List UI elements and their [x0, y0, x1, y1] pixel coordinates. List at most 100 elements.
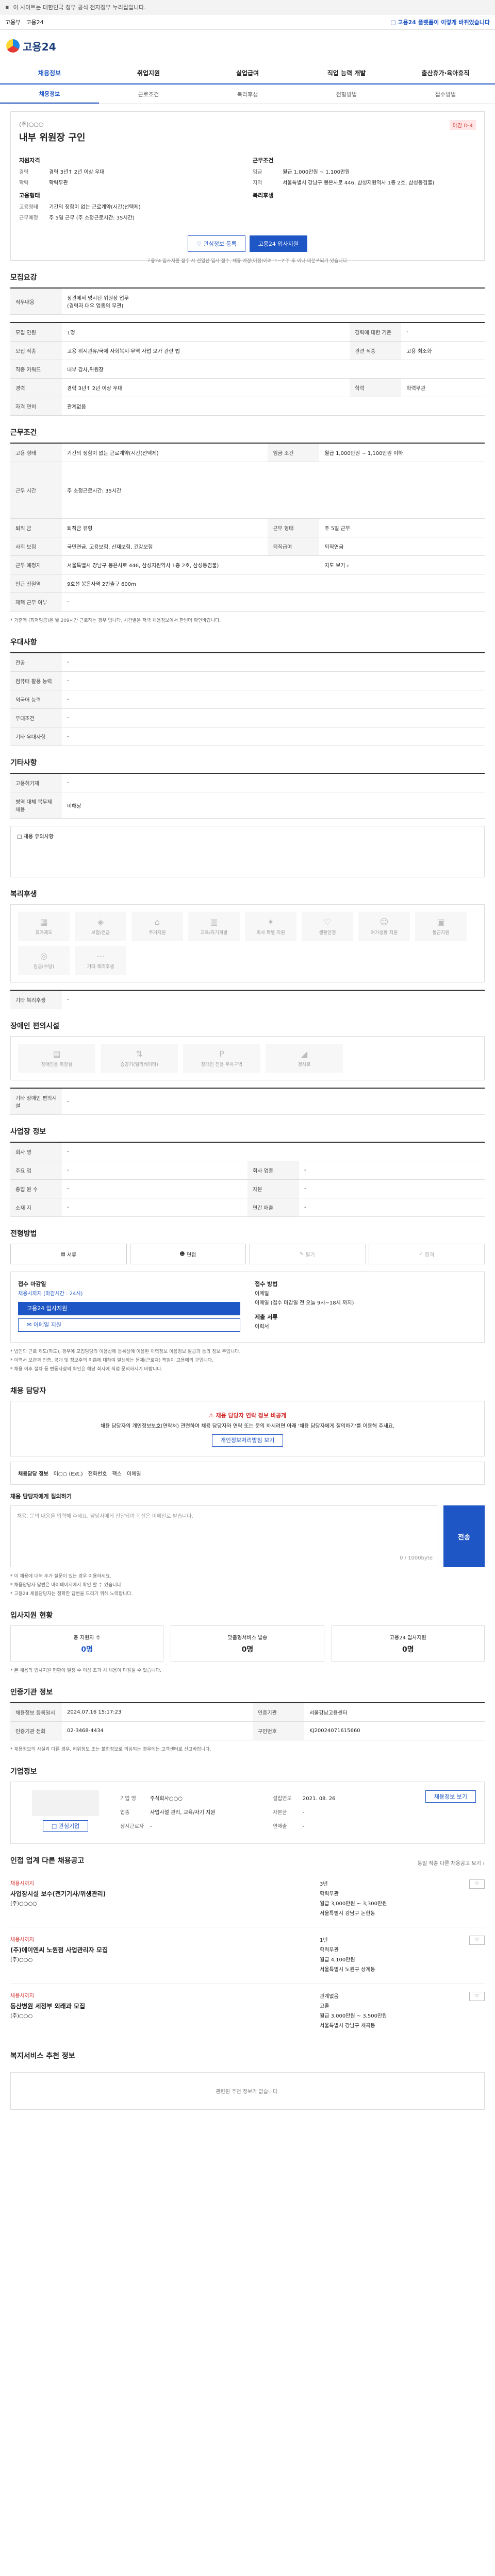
alert-body: 채용 담당자의 개인정보보호(연락처) 관련하여 채용 담당자와 연락 또는 문…	[100, 1423, 395, 1430]
insurance-icon: ◈	[97, 917, 104, 927]
row-key: 재택 근무 여부	[10, 592, 62, 612]
table-row: 기타 우대사항 -	[10, 727, 485, 747]
list-item[interactable]: 채용시까지 (주)에이엔씨 노원점 사업관리자 모집 (주)○○○ 1년 학력무관 월급…	[10, 1926, 485, 1983]
gnb-item-training[interactable]: 직업 능력 개발	[297, 62, 396, 83]
service-link-2[interactable]: 고용24	[26, 18, 43, 26]
kv-key: 지역	[253, 180, 262, 186]
rec-exp: 3년	[320, 1881, 328, 1887]
row-value: 주 소정근로시간: 35시간	[62, 462, 485, 519]
row-key: 자본	[248, 1179, 299, 1199]
rec-title[interactable]: 동산병원 세정부 외래과 모집	[10, 2001, 320, 2012]
kv-value: -	[302, 1823, 305, 1829]
tab-recruit[interactable]: 채용정보	[0, 84, 99, 104]
row-key: 기타 장애인 편의시설	[10, 1088, 62, 1115]
platform-change-link[interactable]: □ 고용24 플랫폼이 이렇게 바뀌었습니다	[390, 18, 490, 26]
rec-save-button[interactable]: ♡	[469, 1935, 485, 1945]
list-item[interactable]: 채용시까지 동산병원 세정부 외래과 모집 (주)○○○ 관계없음 고졸 월급 3,00…	[10, 1982, 485, 2039]
rec-save-button[interactable]: ♡	[469, 1991, 485, 2001]
row-key: 전공	[10, 653, 62, 672]
step-written: ✎ 필기	[249, 1244, 366, 1265]
recommend-heading: 복지서비스 추천 정보	[10, 2052, 75, 2060]
email-apply-button[interactable]: ✉ 이메일 지원	[18, 1318, 240, 1332]
row-key: 퇴직급여	[268, 537, 320, 556]
row-value: -	[62, 727, 485, 747]
gnb-item-unemployment[interactable]: 실업급여	[198, 62, 297, 83]
disabled-grid: ▤ 장애인용 화장실 ⇅ 승강기(엘리베이터) P 장애인 전용 주차구역 ◢ 경사로	[10, 1036, 485, 1081]
row-key: 병역 대체 복무제 채용	[10, 792, 62, 819]
row-value: -	[62, 773, 485, 793]
qual-heading: 지원자격	[19, 157, 40, 164]
gnb-item-leave[interactable]: 출산휴가·육아휴직	[396, 62, 495, 83]
tab-selection[interactable]: 전형방법	[297, 84, 396, 104]
row-value: 퇴직연금	[319, 537, 485, 556]
company-info-right: 설립연도 2021. 08. 26 자본금 - 연매출 -	[273, 1790, 417, 1835]
table-row: 전공 -	[10, 653, 485, 672]
kv-value: 학력무관	[49, 180, 68, 186]
company-jobs-button[interactable]: 채용정보 보기	[425, 1790, 476, 1803]
rec-loc: 서울특별시 강남구 논현동	[320, 1910, 375, 1917]
row-key: 근무 시간	[10, 462, 62, 519]
send-button[interactable]: 전송	[443, 1505, 485, 1568]
stat-label: 총 지원자 수	[73, 1635, 101, 1641]
rec-save-button[interactable]: ♡	[469, 1879, 485, 1889]
step-pass: ✓ 합격	[368, 1244, 485, 1265]
leisure-icon: ☺	[380, 917, 389, 927]
rec-title[interactable]: 사업장시설 보수(전기기사/위생관리)	[10, 1889, 320, 1900]
welfare-grid: ▦ 휴가제도 ◈ 보험/연금 ⌂ 주거지원 ▥ 교육/자기개발 ✦ 회사 특별 지원 ♡ 생…	[10, 904, 485, 983]
stat-value: 0명	[241, 1645, 254, 1654]
question-heading: 채용 담당자에게 질의하기	[10, 1493, 72, 1500]
save-interest-button[interactable]: ♡ 관심정보 등록	[188, 235, 245, 252]
tab-welfare[interactable]: 복리후생	[198, 84, 297, 104]
welfare-item: ◈ 보험/연금	[75, 912, 126, 941]
row-value: -	[62, 1142, 485, 1162]
row-value: -	[62, 1179, 248, 1199]
apply-button[interactable]: 고용24 입사지원	[249, 235, 307, 252]
docs-heading: 제출 서류	[255, 1313, 278, 1320]
rec-label: 채용시까지	[10, 1937, 34, 1943]
privacy-policy-button[interactable]: 개인정보처리방침 보기	[211, 1434, 284, 1447]
conditions-heading: 근무조건	[10, 429, 37, 437]
question-textarea[interactable]: 채용, 문의 내용을 입력해 주세요. 담당자에게 전달되며 회신은 이메일로 …	[10, 1505, 438, 1568]
welfare-item: ✦ 회사 특별 지원	[245, 912, 296, 941]
kv-value: 서울특별시 강남구 봉은사로 446, 삼성지원역사 1층 2호, 삼성동겸불)	[283, 180, 435, 186]
status-heading: 입사지원 현황	[10, 1612, 53, 1620]
similar-heading: 인접 업계 다른 채용공고	[10, 1856, 85, 1865]
table-row: 인근 전철역 9호선 봉은사역 2번출구 600m	[10, 574, 485, 593]
note-line: * 고용24 채용담당자는 정확한 답변을 드리기 위해 노력합니다.	[10, 1591, 133, 1597]
row-key: 근무 형태	[268, 518, 320, 537]
apply-24-button[interactable]: 고용24 입사지원	[18, 1301, 240, 1315]
gnb-item-jobs[interactable]: 채용정보	[0, 62, 99, 83]
row-key: 주요 업	[10, 1161, 62, 1180]
kv-key: 설립연도	[272, 1795, 292, 1802]
rec-label: 채용시까지	[10, 1880, 34, 1887]
row-key: 고용 형태	[10, 443, 62, 462]
gnb-item-support[interactable]: 취업지원	[99, 62, 198, 83]
other-section: 기타사항 고용허가제 - 병역 대체 복무제 채용 비해당 □ 채용 유의사항	[10, 757, 485, 878]
table-row: 사회 보험 국민연금, 고용보험, 산재보험, 건강보험 퇴직급여 퇴직연금	[10, 537, 485, 556]
facility-item: ▤ 장애인용 화장실	[18, 1044, 95, 1073]
duties-table: 직무내용 정관에서 명시된 위원장 업무 (경력자 대우 업종의 무관)	[10, 287, 485, 315]
pencil-icon: ✎	[299, 1251, 306, 1257]
welfare-label: 보험/연금	[91, 930, 110, 936]
warning-icon: ⚠	[208, 1412, 216, 1419]
selection-notes: * 법인의 근로 제도(하도), 경우에 모집담당의 이용상에 등록상에 이용된…	[10, 1348, 485, 1374]
interest-company-button[interactable]: □ 관심기업	[42, 1820, 89, 1832]
table-row: 근무 예정지 서울특별시 강남구 봉은사로 446, 삼성지원역사 1층 2호, …	[10, 555, 485, 574]
table-row: 퇴직 금 퇴직금 유형 근무 형태 주 5일 근무	[10, 518, 485, 537]
site-logo[interactable]: 고용24	[6, 39, 56, 54]
rec-title[interactable]: (주)에이엔씨 노원점 사업관리자 모집	[10, 1945, 320, 1956]
disabled-etc: 기타 장애인 편의시설 -	[10, 1088, 485, 1115]
other-heading: 기타사항	[10, 759, 37, 768]
disabled-heading: 장애인 편의시설	[10, 1022, 60, 1031]
service-link-1[interactable]: 고용부	[5, 18, 21, 26]
similar-more-link[interactable]: 동일 직종 다른 채용공고 보기 ›	[418, 1859, 485, 1867]
map-link[interactable]: 지도 보기 ›	[319, 555, 485, 574]
tab-conditions[interactable]: 근로조건	[99, 84, 198, 104]
tab-apply[interactable]: 접수방법	[396, 84, 495, 104]
table-row: 병역 대체 복무제 채용 비해당	[10, 792, 485, 819]
welfare-label: 임금(수당)	[33, 964, 55, 970]
welfare-item: ☺ 여가생활 지원	[358, 912, 410, 941]
method-detail: 이메일 (접수 마감일 전 오늘 9시~18시 까지)	[255, 1300, 354, 1306]
status-note: * 본 채용의 입사지원 현황이 일정 수 이상 초과 시 채용이 마감될 수 …	[10, 1668, 161, 1674]
list-item[interactable]: 채용시까지 사업장시설 보수(전기기사/위생관리) (주)○○○○ 3년 학력무관 월급…	[10, 1870, 485, 1927]
